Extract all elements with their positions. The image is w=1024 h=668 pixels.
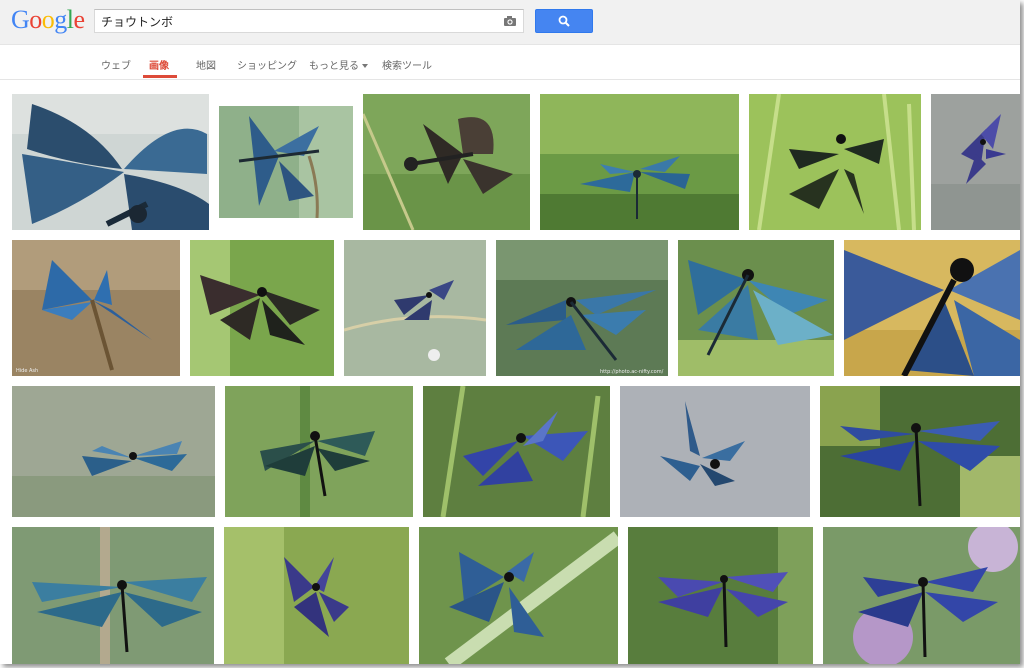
image-result[interactable]: Hide Ash: [12, 240, 180, 376]
image-result[interactable]: [749, 94, 921, 230]
image-result[interactable]: [678, 240, 834, 376]
image-result[interactable]: [423, 386, 610, 517]
image-result[interactable]: [219, 106, 353, 218]
tab-maps[interactable]: 地図: [196, 57, 216, 72]
search-tabs: ウェブ 画像 地図 ショッピング もっと見る 検索ツール: [0, 45, 1020, 80]
image-result[interactable]: [540, 94, 739, 230]
tab-more[interactable]: もっと見る: [309, 57, 368, 72]
watermark-text: http://photo.ac-nifty.com/: [600, 369, 664, 375]
tab-search-tools[interactable]: 検索ツール: [382, 57, 432, 72]
image-result[interactable]: [931, 94, 1020, 230]
tab-web[interactable]: ウェブ: [101, 57, 131, 72]
image-result[interactable]: [12, 386, 215, 517]
browser-frame: Google ウェブ 画像 地図 ショッピング もっと見る 検索ツール: [0, 0, 1020, 664]
image-result[interactable]: [225, 386, 413, 517]
image-result[interactable]: [844, 240, 1020, 376]
image-result[interactable]: [823, 527, 1020, 664]
search-button[interactable]: [535, 9, 593, 33]
image-result[interactable]: [820, 386, 1020, 517]
camera-icon[interactable]: [503, 14, 517, 28]
image-result[interactable]: [620, 386, 810, 517]
image-result[interactable]: [628, 527, 813, 664]
image-result[interactable]: [12, 94, 209, 230]
watermark-text: Hide Ash: [16, 368, 38, 374]
tab-shopping[interactable]: ショッピング: [237, 57, 297, 72]
search-box[interactable]: [94, 9, 524, 33]
image-result[interactable]: http://photo.ac-nifty.com/: [496, 240, 668, 376]
search-header: Google: [0, 0, 1020, 45]
image-result[interactable]: [344, 240, 486, 376]
dropdown-arrow-icon: [362, 64, 368, 68]
image-result[interactable]: [190, 240, 334, 376]
active-tab-indicator: [143, 75, 177, 78]
google-logo[interactable]: Google: [11, 4, 85, 36]
search-icon: [558, 15, 570, 27]
tab-images[interactable]: 画像: [149, 57, 169, 72]
image-result[interactable]: [12, 527, 214, 664]
image-result[interactable]: [363, 94, 530, 230]
image-result[interactable]: [419, 527, 618, 664]
search-input[interactable]: [101, 11, 491, 31]
tab-more-label: もっと見る: [309, 61, 359, 72]
image-result[interactable]: [224, 527, 409, 664]
